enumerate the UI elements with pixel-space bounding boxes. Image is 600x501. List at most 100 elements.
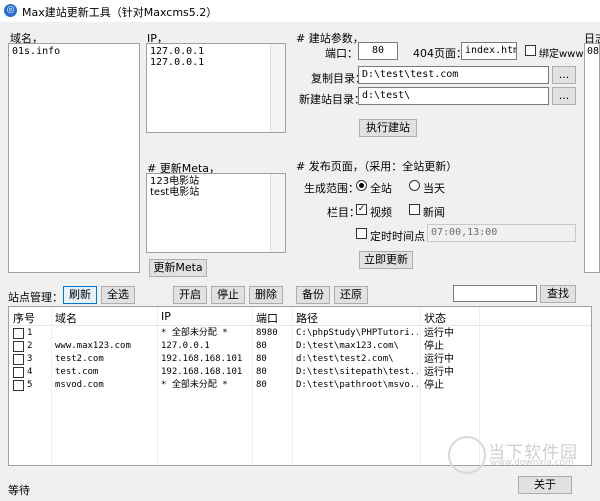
range-today-label: 当天 bbox=[423, 182, 445, 195]
cell-status: 停止 bbox=[424, 341, 444, 352]
bind-www-checkbox[interactable] bbox=[525, 45, 536, 56]
col-header-domain[interactable]: 域名 bbox=[55, 310, 77, 326]
update-now-button[interactable]: 立即更新 bbox=[359, 251, 413, 269]
range-label: 生成范围： bbox=[304, 182, 359, 195]
cell-path: D:\test\pathroot\msvo... bbox=[296, 380, 418, 390]
video-label: 视频 bbox=[370, 206, 392, 219]
app-icon: ◎ bbox=[4, 4, 17, 17]
row-checkbox[interactable] bbox=[13, 367, 24, 378]
site-mgmt-label: 站点管理： bbox=[8, 291, 63, 304]
col-header-no[interactable]: 序号 bbox=[13, 310, 35, 326]
cell-no: 3 bbox=[27, 354, 33, 364]
port-label: 端口： bbox=[325, 47, 358, 60]
news-checkbox[interactable] bbox=[409, 204, 420, 215]
cell-path: d:\test\test2.com\ bbox=[296, 354, 394, 364]
meta-line: test电影站 bbox=[150, 187, 200, 198]
ip-line: 127.0.0.1 bbox=[150, 46, 205, 57]
range-all-radio[interactable] bbox=[356, 180, 367, 191]
cell-port: 80 bbox=[256, 354, 267, 364]
build-section-label: # 建站参数， bbox=[296, 32, 364, 45]
select-all-button[interactable]: 全选 bbox=[101, 286, 135, 304]
cell-port: 8980 bbox=[256, 328, 278, 338]
cell-path: D:\test\max123.com\ bbox=[296, 341, 399, 351]
port-input[interactable]: 80 bbox=[358, 42, 398, 60]
stop-button[interactable]: 停止 bbox=[211, 286, 245, 304]
status-text: 等待 bbox=[8, 484, 30, 497]
table-row[interactable]: 5 msvod.com * 全部未分配 * 80 D:\test\pathroo… bbox=[9, 379, 591, 392]
news-label: 新闻 bbox=[423, 206, 445, 219]
timer-input[interactable]: 07:00,13:00 bbox=[427, 224, 576, 242]
cell-port: 80 bbox=[256, 367, 267, 377]
meta-scrollbar[interactable] bbox=[270, 174, 285, 252]
about-button[interactable]: 关于 bbox=[518, 476, 572, 494]
cell-domain: www.max123.com bbox=[55, 341, 131, 351]
window-title: Max建站更新工具（针对Maxcms5.2） bbox=[22, 6, 218, 19]
copy-dir-browse-button[interactable]: ... bbox=[552, 66, 576, 84]
table-row[interactable]: 3 test2.com 192.168.168.101 80 d:\test\t… bbox=[9, 353, 591, 366]
cell-status: 停止 bbox=[424, 380, 444, 391]
cell-path: D:\test\sitepath\test... bbox=[296, 367, 418, 377]
video-checkbox[interactable]: ✓ bbox=[356, 204, 367, 215]
cell-status: 运行中 bbox=[424, 367, 454, 378]
new-dir-label: 新建站目录： bbox=[299, 93, 365, 106]
col-header-path[interactable]: 路径 bbox=[296, 310, 318, 326]
page404-label: 404页面： bbox=[413, 47, 467, 60]
log-line: 08 bbox=[587, 46, 600, 57]
cell-path: C:\phpStudy\PHPTutori... bbox=[296, 328, 418, 338]
start-button[interactable]: 开启 bbox=[173, 286, 207, 304]
cell-no: 2 bbox=[27, 341, 33, 351]
cell-ip: 192.168.168.101 bbox=[161, 354, 243, 364]
timer-checkbox[interactable] bbox=[356, 228, 367, 239]
search-input[interactable] bbox=[453, 285, 537, 302]
watermark-url: www.downxia.com bbox=[490, 458, 574, 468]
ip-scrollbar[interactable] bbox=[270, 44, 285, 132]
row-checkbox[interactable] bbox=[13, 354, 24, 365]
cell-port: 80 bbox=[256, 341, 267, 351]
new-dir-browse-button[interactable]: ... bbox=[552, 87, 576, 105]
backup-button[interactable]: 备份 bbox=[296, 286, 330, 304]
cell-port: 80 bbox=[256, 380, 267, 390]
cell-domain: test.com bbox=[55, 367, 99, 377]
cell-status: 运行中 bbox=[424, 354, 454, 365]
row-checkbox[interactable] bbox=[13, 341, 24, 352]
cell-domain: msvod.com bbox=[55, 380, 104, 390]
col-header-ip[interactable]: IP bbox=[161, 310, 171, 323]
cell-no: 4 bbox=[27, 367, 33, 377]
watermark-logo-icon bbox=[448, 436, 486, 474]
new-dir-input[interactable]: d:\test\ bbox=[358, 87, 549, 105]
domain-line: 01s.info bbox=[12, 46, 61, 57]
search-button[interactable]: 查找 bbox=[540, 285, 576, 303]
cell-status: 运行中 bbox=[424, 328, 454, 339]
row-checkbox[interactable] bbox=[13, 380, 24, 391]
meta-textarea[interactable]: 123电影站 test电影站 bbox=[146, 173, 286, 253]
copy-dir-input[interactable]: D:\test\test.com bbox=[358, 66, 549, 84]
publish-section-label: # 发布页面，（采用：全站更新） bbox=[296, 160, 458, 173]
log-textarea[interactable]: 08 bbox=[584, 43, 600, 273]
delete-button[interactable]: 删除 bbox=[249, 286, 283, 304]
cell-domain: test2.com bbox=[55, 354, 104, 364]
cell-ip: * 全部未分配 * bbox=[161, 380, 228, 390]
col-header-port[interactable]: 端口 bbox=[256, 310, 278, 326]
ip-textarea[interactable]: 127.0.0.1 127.0.0.1 bbox=[146, 43, 286, 133]
cell-ip: * 全部未分配 * bbox=[161, 328, 228, 338]
range-today-radio[interactable] bbox=[409, 180, 420, 191]
run-build-button[interactable]: 执行建站 bbox=[359, 119, 417, 137]
cell-ip: 192.168.168.101 bbox=[161, 367, 243, 377]
cell-no: 1 bbox=[27, 328, 33, 338]
restore-button[interactable]: 还原 bbox=[334, 286, 368, 304]
update-meta-button[interactable]: 更新Meta bbox=[149, 259, 207, 277]
cell-no: 5 bbox=[27, 380, 33, 390]
meta-line: 123电影站 bbox=[150, 176, 200, 187]
refresh-button[interactable]: 刷新 bbox=[63, 286, 97, 304]
row-checkbox[interactable] bbox=[13, 328, 24, 339]
page404-input[interactable]: index.htm bbox=[461, 42, 517, 60]
table-row[interactable]: 4 test.com 192.168.168.101 80 D:\test\si… bbox=[9, 366, 591, 379]
bind-www-label: 绑定www bbox=[539, 49, 584, 60]
domain-textarea[interactable]: 01s.info bbox=[8, 43, 140, 273]
table-row[interactable]: 1 * 全部未分配 * 8980 C:\phpStudy\PHPTutori..… bbox=[9, 327, 591, 340]
ip-line: 127.0.0.1 bbox=[150, 57, 205, 68]
table-row[interactable]: 2 www.max123.com 127.0.0.1 80 D:\test\ma… bbox=[9, 340, 591, 353]
cell-ip: 127.0.0.1 bbox=[161, 341, 210, 351]
col-header-status[interactable]: 状态 bbox=[424, 310, 446, 326]
range-all-label: 全站 bbox=[370, 182, 392, 195]
